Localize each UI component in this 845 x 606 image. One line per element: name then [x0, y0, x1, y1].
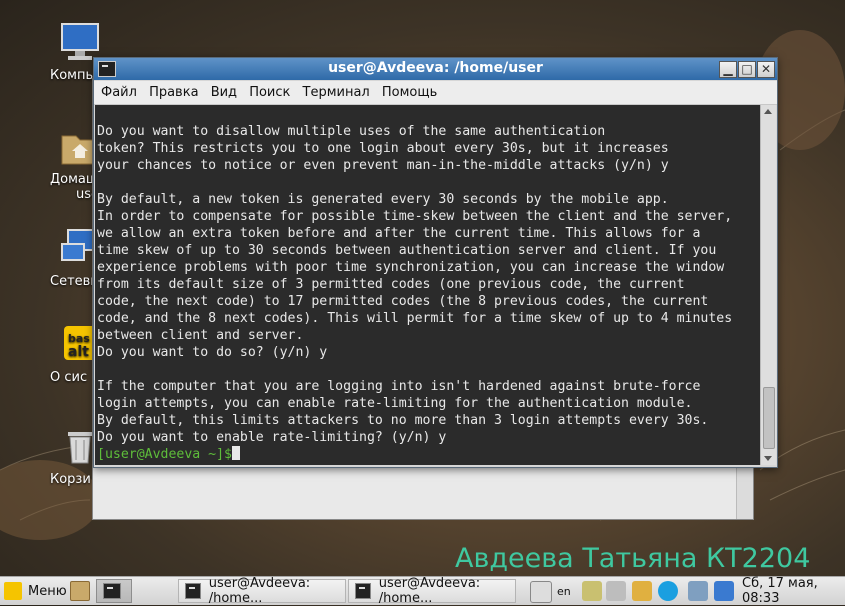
- quick-launch-terminal[interactable]: [96, 579, 132, 603]
- task-label: user@Avdeeva: /home...: [378, 576, 481, 606]
- menu-search[interactable]: Поиск: [249, 81, 290, 100]
- window-title: user@Avdeeva: /home/user: [328, 60, 543, 76]
- notes-icon[interactable]: [582, 581, 602, 601]
- maximize-button[interactable]: □: [738, 61, 756, 78]
- display-icon[interactable]: [714, 581, 734, 601]
- terminal-scrollbar[interactable]: [760, 105, 776, 465]
- volume-icon[interactable]: [606, 581, 626, 601]
- start-menu-button[interactable]: Меню: [4, 579, 67, 603]
- alt-logo-icon: [4, 582, 22, 600]
- close-button[interactable]: ✕: [757, 61, 775, 78]
- keyboard-layout-label: en: [557, 584, 571, 598]
- menu-edit[interactable]: Правка: [149, 81, 198, 100]
- window-titlebar[interactable]: user@Avdeeva: /home/user ▁ □ ✕: [94, 58, 777, 80]
- update-icon[interactable]: [658, 581, 678, 601]
- scroll-down-arrow-icon[interactable]: [764, 456, 772, 461]
- clock[interactable]: Сб, 17 мая, 08:33: [742, 576, 845, 606]
- terminal-icon: [185, 583, 201, 599]
- task-label: user@Avdeeva: /home...: [208, 576, 311, 606]
- keyboard-layout-indicator[interactable]: en: [557, 579, 571, 603]
- task-button-terminal-1[interactable]: user@Avdeeva: /home...: [178, 576, 346, 606]
- clipboard-icon[interactable]: [632, 581, 652, 601]
- show-desktop-button[interactable]: [70, 579, 96, 603]
- svg-text:alt: alt: [68, 344, 89, 360]
- task-button-terminal-2[interactable]: user@Avdeeva: /home...: [348, 576, 516, 606]
- start-menu-label: Меню: [28, 583, 67, 599]
- minimize-button[interactable]: ▁: [719, 61, 737, 78]
- scrollbar-thumb[interactable]: [763, 387, 775, 449]
- watermark-text: Авдеева Татьяна КТ2204: [455, 543, 811, 574]
- menu-view[interactable]: Вид: [211, 81, 237, 100]
- terminal-text: Do you want to disallow multiple uses of…: [97, 124, 733, 445]
- terminal-prompt: [user@Avdeeva ~]$: [97, 447, 232, 462]
- menu-file[interactable]: Файл: [101, 81, 137, 100]
- terminal-icon: [355, 583, 371, 599]
- clock-label: Сб, 17 мая, 08:33: [742, 576, 818, 606]
- scroll-up-arrow-icon[interactable]: [764, 109, 772, 114]
- terminal-window[interactable]: user@Avdeeva: /home/user ▁ □ ✕ Файл Прав…: [93, 57, 778, 468]
- menu-help[interactable]: Помощь: [382, 81, 437, 100]
- terminal-icon: [103, 583, 121, 599]
- folder-icon: [70, 581, 90, 601]
- printer-icon[interactable]: [530, 581, 552, 603]
- menu-terminal[interactable]: Терминал: [303, 81, 370, 100]
- taskbar: Меню user@Avdeeva: /home... user@Avdeeva…: [0, 576, 845, 606]
- menu-bar: Файл Правка Вид Поиск Терминал Помощь: [94, 81, 777, 105]
- terminal-output[interactable]: Do you want to disallow multiple uses of…: [95, 105, 760, 465]
- text-cursor: [231, 446, 240, 460]
- network-tray-icon[interactable]: [688, 581, 708, 601]
